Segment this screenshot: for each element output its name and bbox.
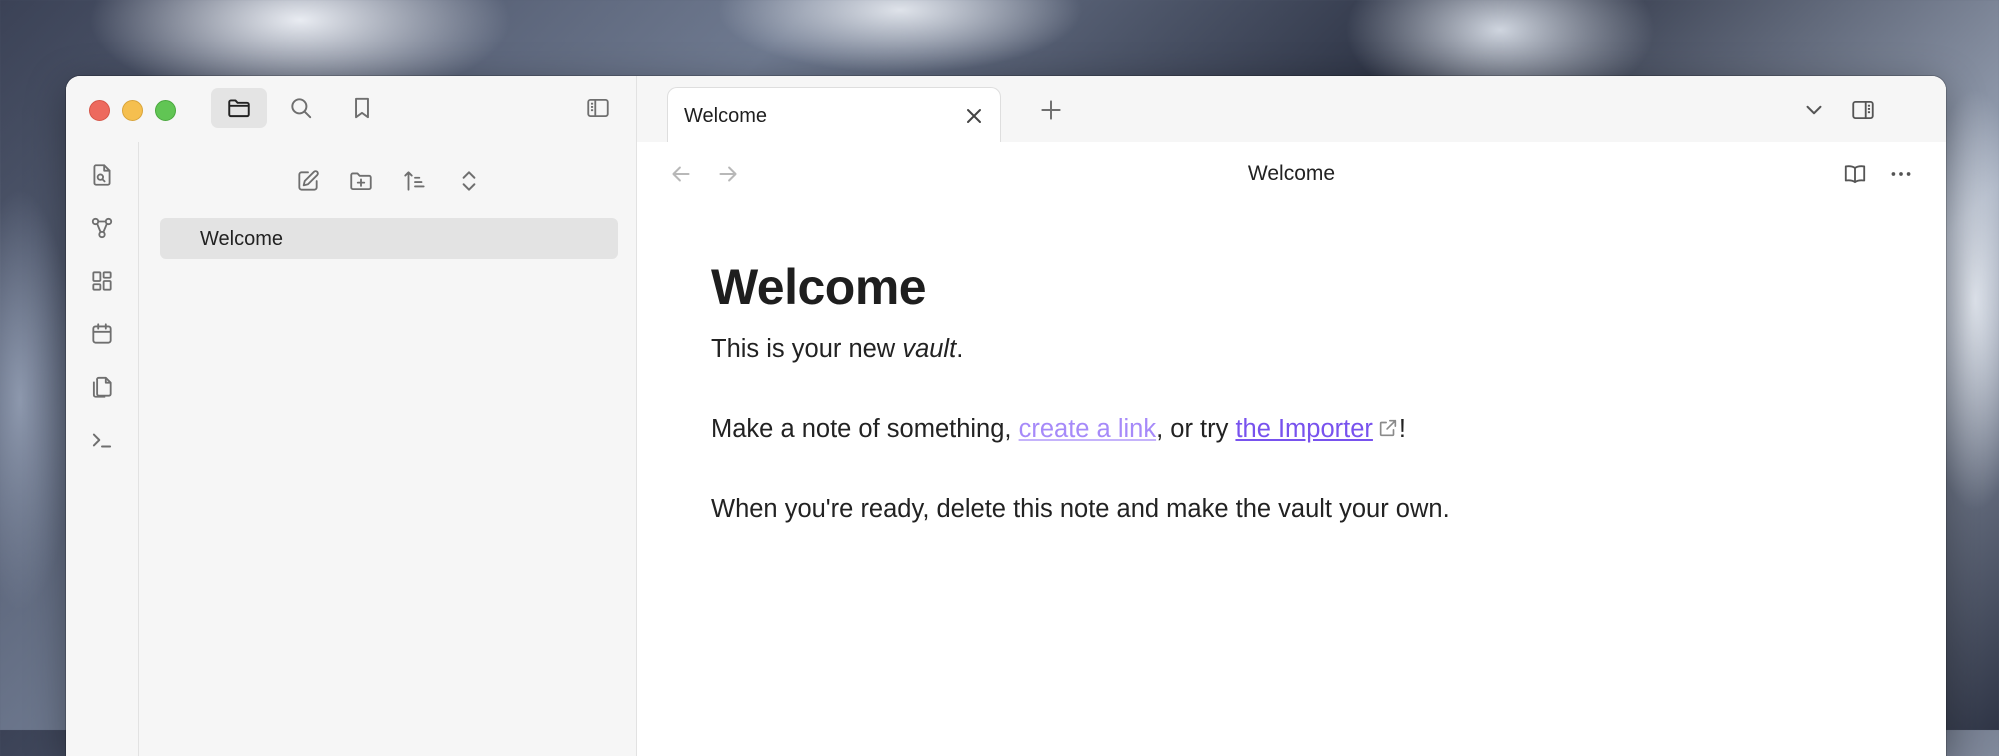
collapse-icon <box>462 171 476 191</box>
terminal-icon <box>92 433 112 448</box>
sidebar-right-icon <box>1852 100 1874 120</box>
bookmark-icon <box>355 97 369 119</box>
reading-mode-button[interactable] <box>1839 158 1871 190</box>
paragraph-closing: When you're ready, delete this note and … <box>711 495 1450 523</box>
templates-button[interactable] <box>83 368 121 406</box>
more-options-button[interactable] <box>1885 158 1917 190</box>
bookmarks-tab-button[interactable] <box>334 88 390 128</box>
toggle-right-sidebar-button[interactable] <box>1845 92 1881 128</box>
more-options-icon <box>1891 172 1911 176</box>
external-link-importer[interactable]: the Importer <box>1235 415 1372 443</box>
title-bar: Welcome <box>66 76 1946 144</box>
calendar-icon <box>92 323 112 344</box>
new-folder-icon <box>350 172 372 191</box>
emphasis-vault: vault <box>902 335 957 363</box>
chevron-down-icon <box>1806 105 1822 115</box>
note-heading: Welcome <box>711 259 927 315</box>
minimize-window-button[interactable] <box>122 100 143 121</box>
paragraph-intro: This is your new vault. <box>711 335 964 363</box>
reading-mode-icon <box>1844 165 1866 184</box>
search-tab-button[interactable] <box>273 88 329 128</box>
new-note-button[interactable] <box>288 161 328 201</box>
toggle-left-sidebar-button[interactable] <box>570 88 626 128</box>
close-icon[interactable] <box>962 104 986 128</box>
new-folder-button[interactable] <box>341 161 381 201</box>
view-title[interactable]: Welcome <box>637 162 1946 186</box>
tab-list-button[interactable] <box>1798 94 1830 126</box>
layout-grid-icon <box>92 271 112 291</box>
tab-bar: Welcome <box>636 76 1946 144</box>
graph-icon <box>91 217 113 239</box>
editor-pane: Welcome Welcome This is your new vault. … <box>637 142 1946 756</box>
ribbon <box>66 142 139 756</box>
internal-link-create-a-link[interactable]: create a link <box>1019 415 1157 443</box>
search-icon <box>291 98 312 119</box>
left-titlebar <box>66 76 636 142</box>
graph-view-button[interactable] <box>83 209 121 247</box>
sort-button[interactable] <box>395 161 435 201</box>
collapse-all-button[interactable] <box>449 161 489 201</box>
tab-welcome[interactable]: Welcome <box>667 87 1001 144</box>
external-link-icon <box>1379 419 1397 437</box>
files-tab-button[interactable] <box>211 88 267 128</box>
paragraph-links: Make a note of something, create a link,… <box>711 415 1407 443</box>
quick-switcher-button[interactable] <box>83 156 121 194</box>
app-window: Welcome Welcome Welcome Welcome This is … <box>66 76 1946 756</box>
file-item-welcome[interactable]: Welcome <box>160 218 618 259</box>
tab-title: Welcome <box>684 105 767 127</box>
close-window-button[interactable] <box>89 100 110 121</box>
new-tab-button[interactable] <box>1035 94 1067 126</box>
plus-icon <box>1041 100 1061 120</box>
command-palette-button[interactable] <box>83 421 121 459</box>
note-content: Welcome This is your new vault. Make a n… <box>711 258 1811 523</box>
sort-icon <box>404 171 425 191</box>
file-explorer: Welcome <box>139 142 637 756</box>
folder-icon <box>228 99 250 118</box>
files-copy-icon <box>92 376 112 398</box>
file-search-icon <box>93 164 111 186</box>
new-note-icon <box>298 170 319 191</box>
canvas-button[interactable] <box>83 262 121 300</box>
daily-note-button[interactable] <box>83 315 121 353</box>
file-item-label: Welcome <box>200 228 283 250</box>
sidebar-left-icon <box>587 98 609 118</box>
zoom-window-button[interactable] <box>155 100 176 121</box>
